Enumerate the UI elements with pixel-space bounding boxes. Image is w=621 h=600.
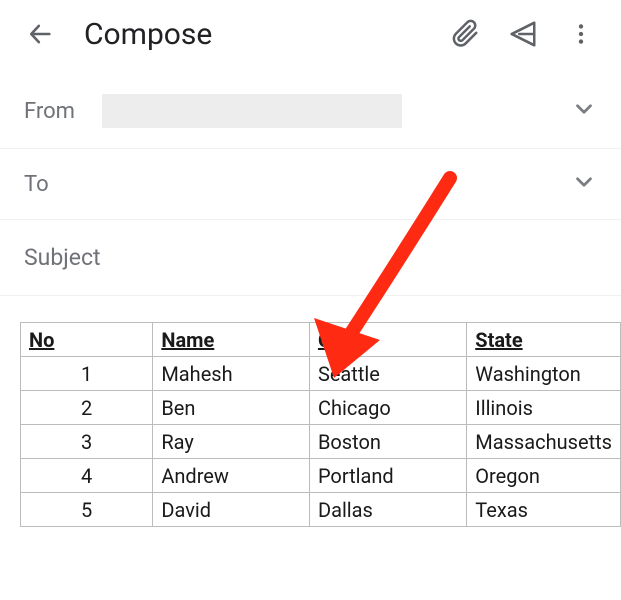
header-city: City — [309, 323, 466, 357]
table-row: 3RayBostonMassachusetts — [21, 425, 621, 459]
overflow-menu-button[interactable] — [561, 14, 601, 54]
email-body[interactable]: No Name City State 1MaheshSeattleWashing… — [0, 296, 621, 527]
page-title: Compose — [84, 17, 427, 52]
attach-button[interactable] — [445, 14, 485, 54]
cell-name: David — [153, 493, 310, 527]
cell-no: 5 — [21, 493, 153, 527]
from-label: From — [24, 99, 84, 124]
more-vert-icon — [568, 21, 594, 47]
cell-city: Chicago — [309, 391, 466, 425]
cell-no: 3 — [21, 425, 153, 459]
paperclip-icon — [450, 19, 480, 49]
from-expand-button[interactable] — [571, 96, 597, 126]
cell-city: Portland — [309, 459, 466, 493]
cell-name: Mahesh — [153, 357, 310, 391]
header-no: No — [21, 323, 153, 357]
cell-state: Massachusetts — [467, 425, 621, 459]
cell-state: Texas — [467, 493, 621, 527]
cell-no: 1 — [21, 357, 153, 391]
send-icon — [508, 19, 538, 49]
cell-state: Washington — [467, 357, 621, 391]
cell-city: Boston — [309, 425, 466, 459]
subject-label: Subject — [24, 244, 101, 271]
to-expand-button[interactable] — [571, 169, 597, 199]
chevron-down-icon — [571, 169, 597, 195]
header-name: Name — [153, 323, 310, 357]
to-label: To — [24, 172, 84, 197]
cell-city: Dallas — [309, 493, 466, 527]
pasted-table: No Name City State 1MaheshSeattleWashing… — [20, 322, 621, 527]
header-state: State — [467, 323, 621, 357]
back-button[interactable] — [20, 14, 60, 54]
from-address-redacted[interactable] — [102, 94, 402, 128]
cell-no: 4 — [21, 459, 153, 493]
cell-city: Seattle — [309, 357, 466, 391]
table-row: 2BenChicagoIllinois — [21, 391, 621, 425]
to-row[interactable]: To — [0, 149, 621, 220]
subject-row[interactable]: Subject — [0, 220, 621, 296]
cell-name: Andrew — [153, 459, 310, 493]
table-row: 4AndrewPortlandOregon — [21, 459, 621, 493]
compose-header: Compose — [0, 0, 621, 74]
cell-state: Illinois — [467, 391, 621, 425]
arrow-back-icon — [26, 20, 54, 48]
cell-state: Oregon — [467, 459, 621, 493]
send-button[interactable] — [503, 14, 543, 54]
table-row: 5DavidDallasTexas — [21, 493, 621, 527]
from-row: From — [0, 74, 621, 149]
cell-no: 2 — [21, 391, 153, 425]
table-header-row: No Name City State — [21, 323, 621, 357]
chevron-down-icon — [571, 96, 597, 122]
table-row: 1MaheshSeattleWashington — [21, 357, 621, 391]
cell-name: Ray — [153, 425, 310, 459]
cell-name: Ben — [153, 391, 310, 425]
